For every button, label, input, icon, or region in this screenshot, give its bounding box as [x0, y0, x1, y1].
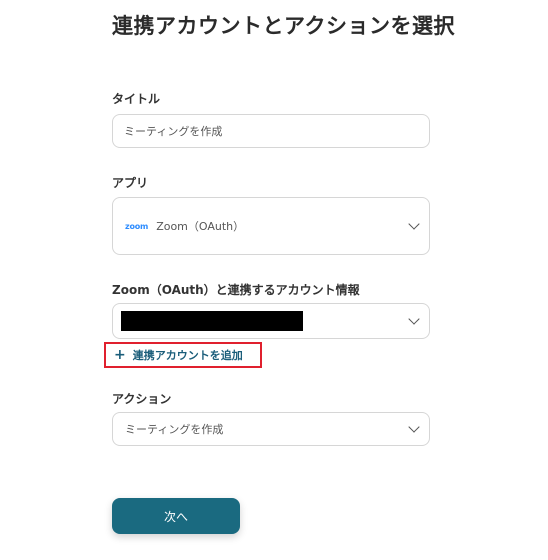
- account-field-label: Zoom（OAuth）と連携するアカウント情報: [112, 283, 360, 297]
- chevron-down-icon: [408, 313, 420, 325]
- redacted-account-value: [121, 311, 303, 331]
- app-select-inner: zoom Zoom（OAuth）: [113, 198, 429, 254]
- title-field-label: タイトル: [112, 92, 161, 106]
- action-select[interactable]: ミーティングを作成: [112, 412, 430, 446]
- page: 連携アカウントとアクションを選択 タイトル アプリ zoom Zoom（OAut…: [0, 0, 548, 560]
- title-field: [112, 114, 430, 148]
- title-input[interactable]: [113, 115, 429, 147]
- chevron-down-icon: [408, 218, 420, 230]
- app-select-value: Zoom（OAuth）: [156, 220, 245, 233]
- next-button[interactable]: 次へ: [112, 498, 240, 534]
- page-title: 連携アカウントとアクションを選択: [112, 14, 455, 38]
- app-field-label: アプリ: [112, 176, 149, 190]
- account-select-inner: [113, 304, 429, 338]
- zoom-logo: zoom: [125, 221, 149, 231]
- plus-icon: +: [114, 347, 126, 363]
- add-account-label: 連携アカウントを追加: [132, 349, 243, 362]
- action-select-inner: ミーティングを作成: [113, 413, 429, 445]
- chevron-down-icon: [408, 421, 420, 433]
- app-select[interactable]: zoom Zoom（OAuth）: [112, 197, 430, 255]
- add-account-link[interactable]: + 連携アカウントを追加: [104, 342, 262, 368]
- action-select-value: ミーティングを作成: [125, 423, 224, 436]
- action-field-label: アクション: [112, 392, 172, 406]
- account-select[interactable]: [112, 303, 430, 339]
